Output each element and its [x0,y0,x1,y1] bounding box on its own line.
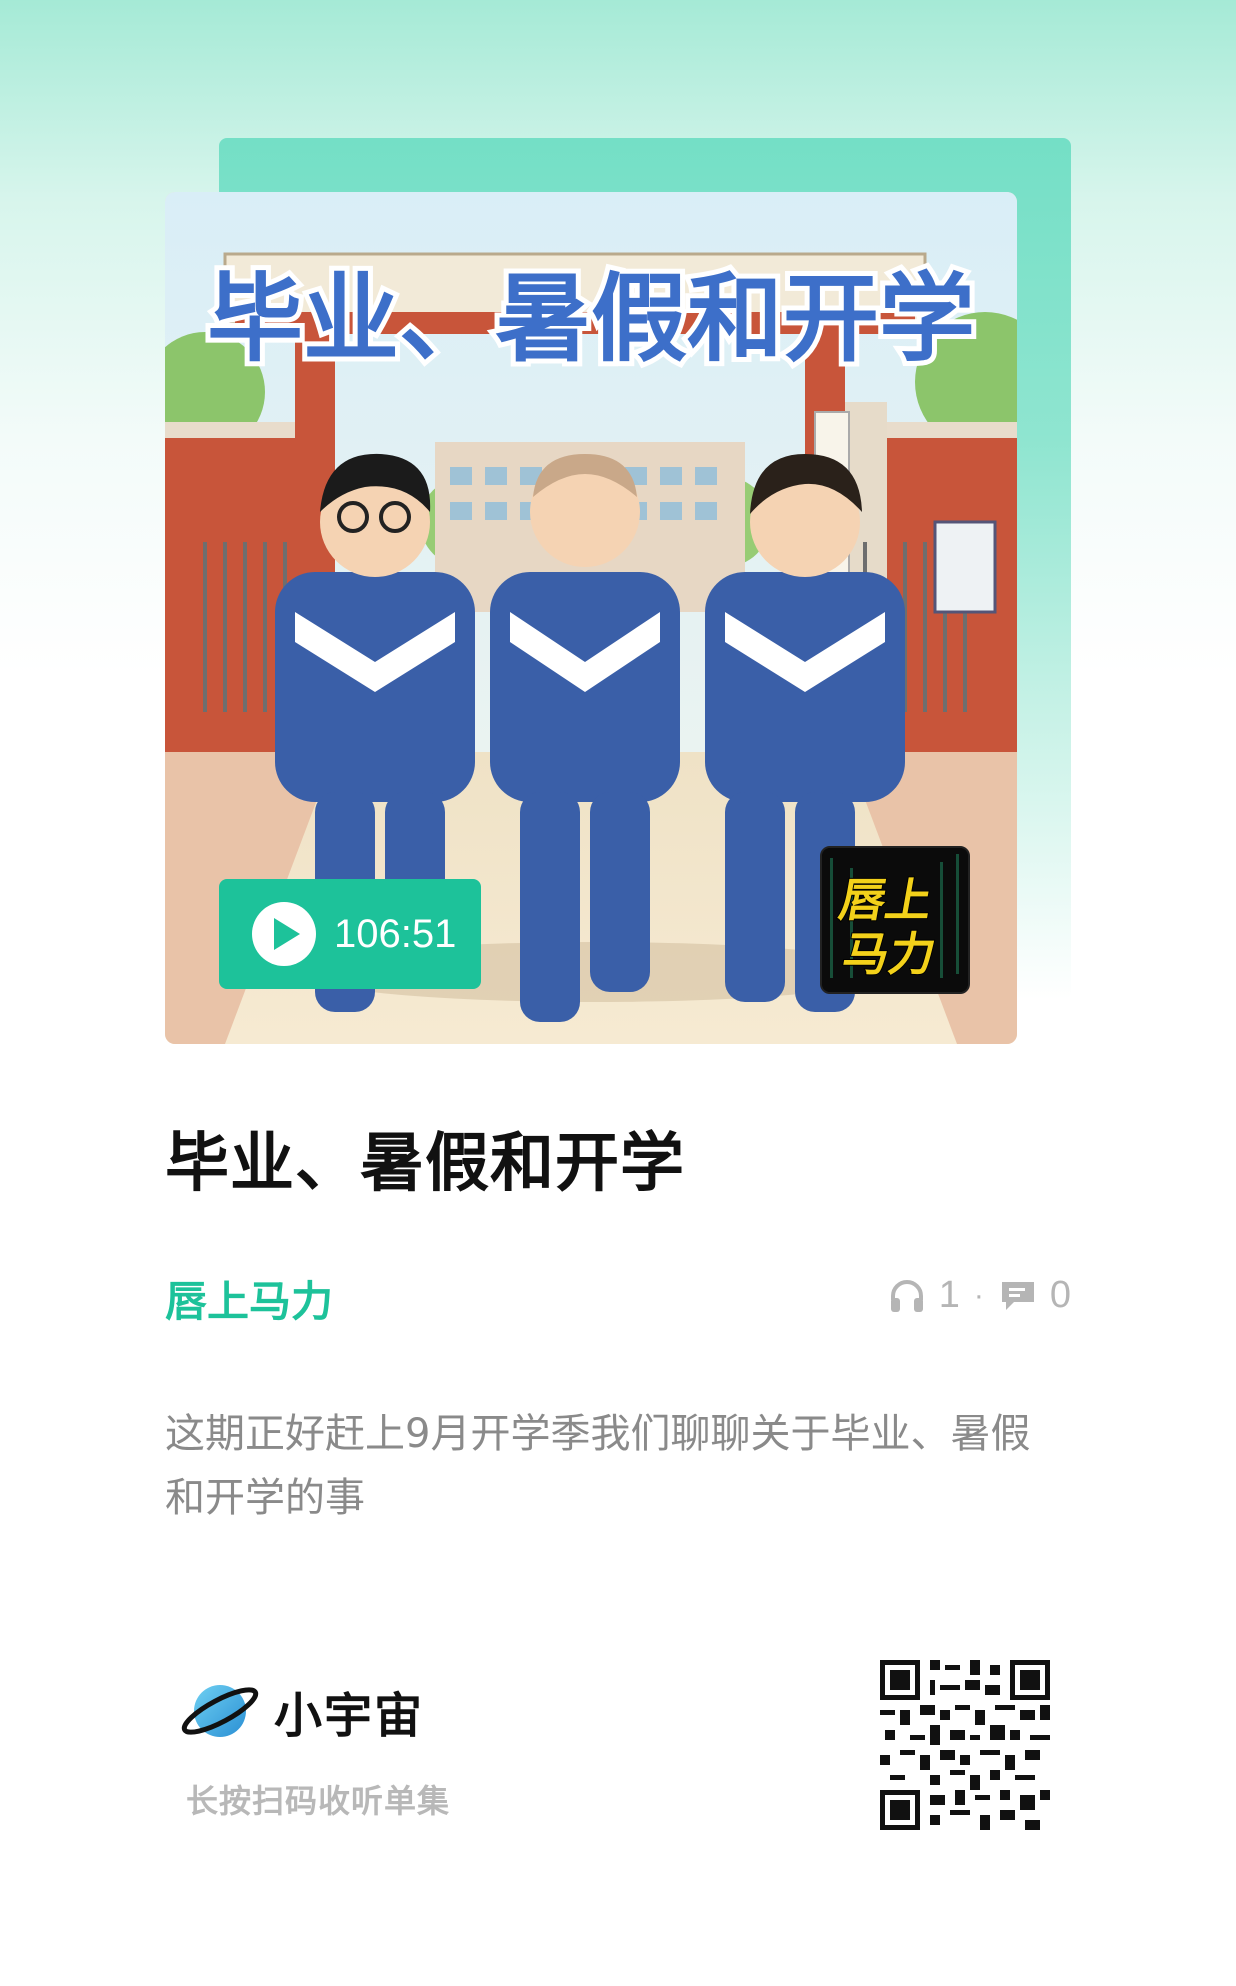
comment-icon [1001,1281,1034,1310]
play-icon [252,902,316,966]
svg-text:马力: 马力 [839,927,940,981]
podcast-channel-link[interactable]: 唇上马力 [165,1268,333,1329]
episode-duration: 106:51 [334,911,457,956]
planet-logo-icon [181,1685,259,1737]
episode-description: 这期正好赶上9月开学季我们聊聊关于毕业、暑假和开学的事 [165,1411,1031,1521]
play-button[interactable]: 106:51 [219,879,481,989]
comment-count: 0 [1049,1274,1071,1316]
listen-count: 1 [938,1274,960,1316]
qr-code[interactable] [880,1660,1050,1830]
episode-title: 毕业、暑假和开学 [165,1127,685,1201]
scan-hint: 长按扫码收听单集 [186,1782,451,1820]
app-name: 小宇宙 [274,1688,425,1744]
cover-title-art: 毕业、暑假和开学 [207,263,975,375]
app-brand: 小宇宙 [180,1676,424,1746]
headphones-icon [890,1279,923,1312]
share-card: 毕业、暑假和开学 106:51 唇上 马力 毕业、暑假和开学 唇上马力 1 · [0,0,1236,1986]
episode-stats: 1 · 0 [887,1274,1071,1317]
stats-separator: · [973,1278,984,1312]
podcast-logo: 唇上 马力 [820,846,970,994]
svg-text:唇上: 唇上 [835,873,936,927]
